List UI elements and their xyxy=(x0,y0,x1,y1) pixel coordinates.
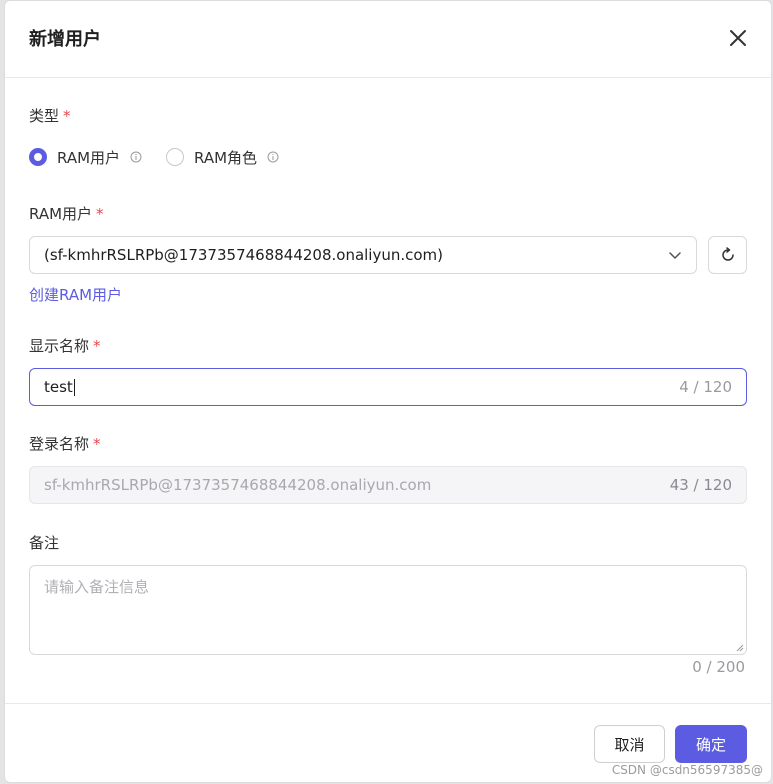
radio-button-checked[interactable] xyxy=(29,148,47,166)
remark-placeholder: 请输入备注信息 xyxy=(44,578,150,596)
info-icon xyxy=(267,151,279,163)
info-icon xyxy=(130,151,142,163)
login-name-value: sf-kmhrRSLRPb@1737357468844208.onaliyun.… xyxy=(44,476,432,494)
display-name-counter: 4 / 120 xyxy=(679,378,732,396)
text-caret xyxy=(73,379,75,396)
type-radio-group: RAM用户 RAM角色 xyxy=(29,146,303,168)
resize-grip-icon[interactable] xyxy=(734,642,744,652)
create-ram-user-link[interactable]: 创建RAM用户 xyxy=(29,284,122,305)
radio-button-unchecked[interactable] xyxy=(166,148,185,166)
required-mark: * xyxy=(63,107,71,125)
radio-ram-role[interactable]: RAM角色 xyxy=(166,147,279,168)
watermark: CSDN @csdn56597385@ xyxy=(611,763,763,777)
add-user-dialog: 新增用户 类型 * RAM用户 RAM角色 RAM用户 * (sf-kmhrRS… xyxy=(4,0,772,783)
close-icon[interactable] xyxy=(727,27,749,49)
remark-counter: 0 / 200 xyxy=(692,658,745,676)
chevron-down-icon xyxy=(669,252,681,259)
remark-label-text: 备注 xyxy=(29,534,60,552)
type-label: 类型 * xyxy=(29,105,71,126)
login-name-counter: 43 / 120 xyxy=(669,476,732,494)
refresh-button[interactable] xyxy=(708,236,747,274)
remark-label: 备注 xyxy=(29,532,59,553)
cancel-button[interactable]: 取消 xyxy=(594,725,665,763)
required-mark: * xyxy=(93,337,101,355)
login-name-input: sf-kmhrRSLRPb@1737357468844208.onaliyun.… xyxy=(29,466,747,504)
required-mark: * xyxy=(96,205,104,223)
radio-ram-user[interactable]: RAM用户 xyxy=(29,147,142,168)
type-label-text: 类型 xyxy=(29,107,60,125)
confirm-button[interactable]: 确定 xyxy=(675,725,747,763)
ram-user-label-text: RAM用户 xyxy=(29,205,93,223)
dialog-title: 新增用户 xyxy=(29,29,101,50)
ram-user-label: RAM用户 * xyxy=(29,203,104,224)
dialog-header: 新增用户 xyxy=(5,1,771,78)
display-name-label: 显示名称 * xyxy=(29,335,101,356)
radio-ram-user-label: RAM用户 xyxy=(57,148,121,167)
ram-user-selected-value: (sf-kmhrRSLRPb@1737357468844208.onaliyun… xyxy=(44,246,444,264)
login-name-label-text: 登录名称 xyxy=(29,435,90,453)
refresh-icon xyxy=(721,247,734,261)
display-name-input[interactable]: test 4 / 120 xyxy=(29,368,747,406)
display-name-label-text: 显示名称 xyxy=(29,337,90,355)
radio-ram-role-label: RAM角色 xyxy=(194,148,258,167)
display-name-value: test xyxy=(44,378,73,396)
required-mark: * xyxy=(93,435,101,453)
ram-user-select[interactable]: (sf-kmhrRSLRPb@1737357468844208.onaliyun… xyxy=(29,236,697,274)
remark-textarea[interactable]: 请输入备注信息 xyxy=(29,565,747,655)
login-name-label: 登录名称 * xyxy=(29,433,101,454)
display-name-value-wrap: test xyxy=(44,378,679,396)
